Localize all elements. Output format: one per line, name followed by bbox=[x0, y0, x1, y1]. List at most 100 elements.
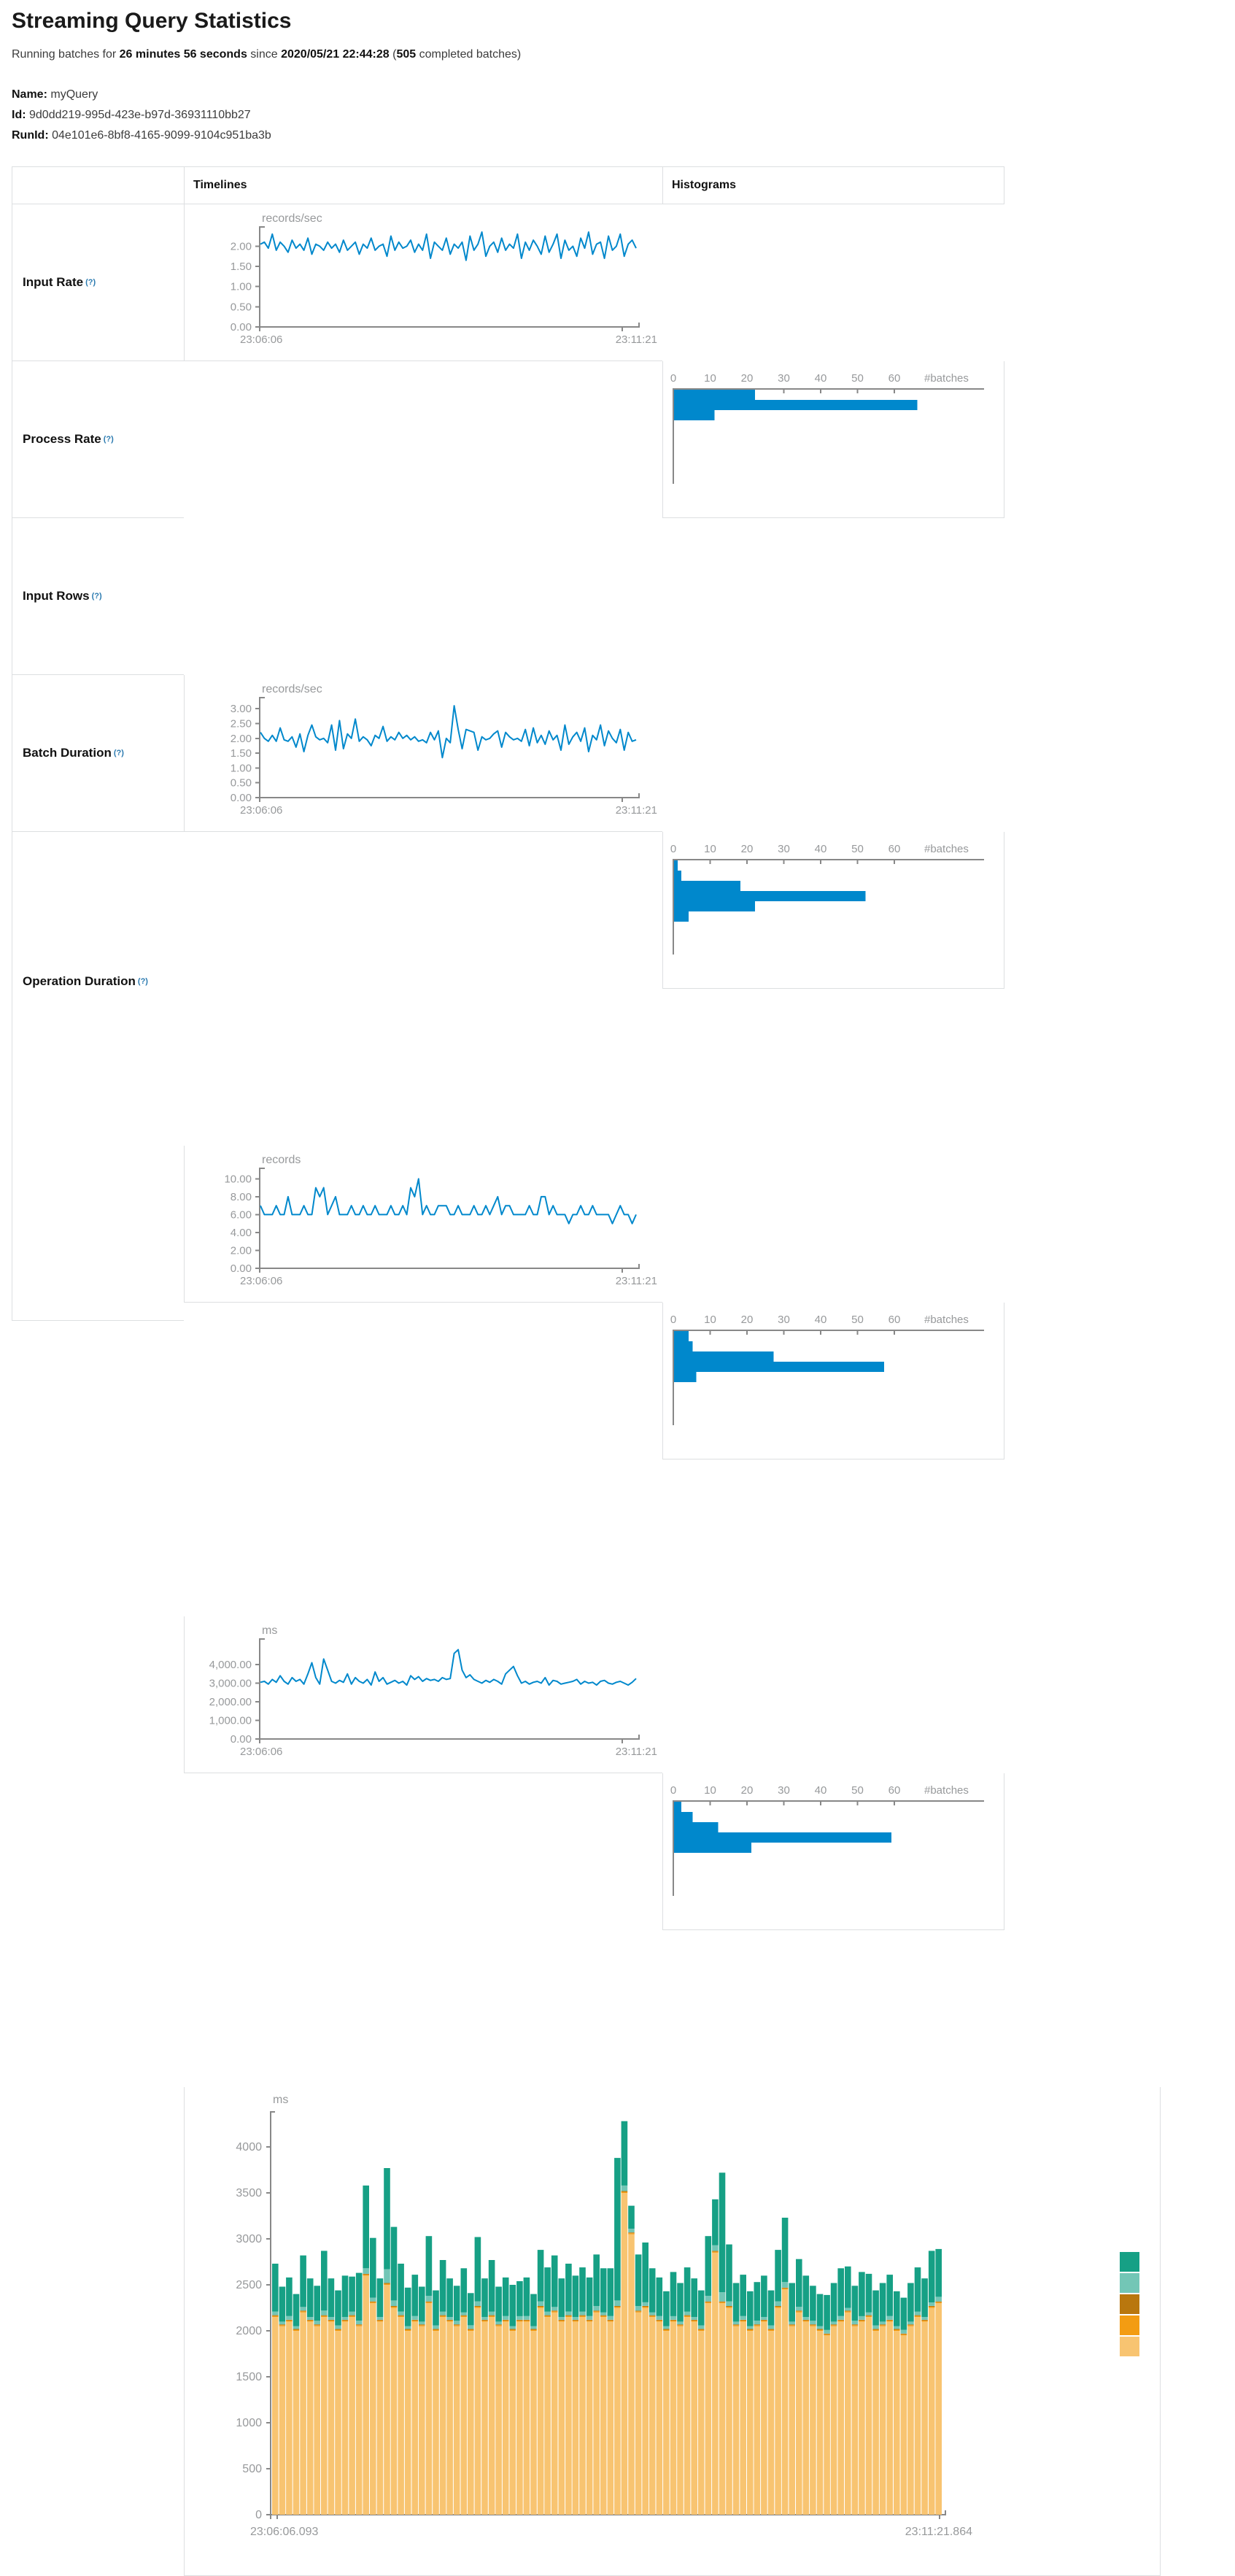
svg-text:50: 50 bbox=[851, 372, 864, 385]
svg-text:records: records bbox=[262, 1154, 301, 1166]
batch-duration-label: Batch Duration bbox=[23, 746, 112, 760]
svg-text:10: 10 bbox=[704, 843, 716, 855]
operation-duration-help-icon[interactable]: (?) bbox=[138, 977, 148, 986]
summary-since: since bbox=[247, 48, 281, 61]
svg-text:1.00: 1.00 bbox=[231, 281, 252, 293]
row-label-process-rate: Process Rate(?) bbox=[12, 361, 184, 518]
query-name-label: Name: bbox=[12, 88, 47, 101]
svg-text:30: 30 bbox=[778, 1784, 790, 1797]
svg-text:10: 10 bbox=[704, 372, 716, 385]
svg-text:23:06:06: 23:06:06 bbox=[240, 1746, 282, 1758]
start-timestamp: 2020/05/21 22:44:28 bbox=[281, 48, 390, 61]
legend-swatch-walCommit bbox=[1120, 2252, 1139, 2272]
svg-text:0: 0 bbox=[670, 1784, 676, 1797]
svg-text:0.50: 0.50 bbox=[231, 301, 252, 313]
svg-text:8.00: 8.00 bbox=[231, 1191, 252, 1203]
timelines-header-label: Timelines bbox=[193, 179, 247, 192]
svg-text:1000: 1000 bbox=[236, 2417, 262, 2429]
statistics-table: Timelines Histograms Input Rate(?) recor… bbox=[12, 166, 1161, 1321]
operation-duration-legend bbox=[1120, 2252, 1139, 2356]
svg-text:0.00: 0.00 bbox=[231, 792, 252, 804]
svg-text:20: 20 bbox=[741, 372, 754, 385]
svg-text:1500: 1500 bbox=[236, 2371, 262, 2383]
page-title: Streaming Query Statistics bbox=[12, 9, 291, 34]
svg-text:30: 30 bbox=[778, 372, 790, 385]
histograms-header-label: Histograms bbox=[672, 179, 736, 192]
svg-text:23:06:06.093: 23:06:06.093 bbox=[250, 2526, 319, 2538]
input-rate-histogram-chart: 0102030405060#batches bbox=[662, 361, 1004, 518]
query-runid-line: RunId: 04e101e6-8bf8-4165-9099-9104c951b… bbox=[12, 126, 271, 146]
svg-text:23:06:06: 23:06:06 bbox=[240, 1275, 282, 1287]
summary-paren: ( bbox=[390, 48, 397, 61]
svg-text:23:11:21.864: 23:11:21.864 bbox=[905, 2526, 972, 2538]
svg-text:1.50: 1.50 bbox=[231, 747, 252, 760]
process-rate-label: Process Rate bbox=[23, 432, 101, 447]
svg-text:6.00: 6.00 bbox=[231, 1208, 252, 1221]
batch-duration-histogram-chart: 0102030405060#batches bbox=[662, 1773, 1004, 1930]
completed-batch-count: 505 bbox=[396, 48, 416, 61]
svg-text:#batches: #batches bbox=[924, 1784, 969, 1797]
process-rate-help-icon[interactable]: (?) bbox=[104, 435, 114, 444]
svg-text:ms: ms bbox=[273, 2094, 288, 2106]
row-label-operation-duration: Operation Duration(?) bbox=[12, 832, 184, 1321]
svg-text:3500: 3500 bbox=[236, 2187, 262, 2199]
svg-text:60: 60 bbox=[888, 1314, 901, 1326]
svg-text:2500: 2500 bbox=[236, 2279, 262, 2291]
svg-text:0: 0 bbox=[670, 843, 676, 855]
legend-swatch-getBatch bbox=[1120, 2315, 1139, 2335]
svg-text:3.00: 3.00 bbox=[231, 703, 252, 715]
svg-text:10: 10 bbox=[704, 1784, 716, 1797]
query-name-value: myQuery bbox=[50, 88, 98, 101]
svg-text:50: 50 bbox=[851, 1784, 864, 1797]
row-label-input-rows: Input Rows(?) bbox=[12, 518, 184, 675]
svg-text:#batches: #batches bbox=[924, 1314, 969, 1326]
query-name-line: Name: myQuery bbox=[12, 85, 271, 105]
svg-text:23:11:21: 23:11:21 bbox=[616, 1275, 657, 1287]
svg-text:2.00: 2.00 bbox=[231, 240, 252, 252]
svg-text:23:11:21: 23:11:21 bbox=[616, 1746, 657, 1758]
svg-text:10.00: 10.00 bbox=[224, 1173, 252, 1185]
svg-text:23:11:21: 23:11:21 bbox=[616, 333, 657, 346]
query-info-block: Name: myQuery Id: 9d0dd219-995d-423e-b97… bbox=[12, 85, 271, 146]
svg-text:2000: 2000 bbox=[236, 2325, 262, 2337]
svg-text:40: 40 bbox=[815, 1314, 827, 1326]
svg-text:3000: 3000 bbox=[236, 2233, 262, 2245]
svg-text:0.50: 0.50 bbox=[231, 777, 252, 790]
svg-text:0: 0 bbox=[670, 372, 676, 385]
input-rows-label: Input Rows bbox=[23, 589, 90, 603]
svg-text:2.00: 2.00 bbox=[231, 733, 252, 745]
input-rows-histogram-chart: 0102030405060#batches bbox=[662, 1303, 1004, 1459]
svg-text:0: 0 bbox=[255, 2509, 262, 2521]
svg-text:30: 30 bbox=[778, 1314, 790, 1326]
svg-text:40: 40 bbox=[815, 1784, 827, 1797]
input-rate-timeline-chart: records/sec 2.00 1.50 1.00 0.50 0.0023:06:06 2… bbox=[184, 204, 662, 361]
svg-text:records/sec: records/sec bbox=[262, 212, 322, 225]
input-rate-help-icon[interactable]: (?) bbox=[85, 278, 96, 287]
svg-text:4.00: 4.00 bbox=[231, 1227, 252, 1239]
svg-text:1.50: 1.50 bbox=[231, 261, 252, 273]
header-empty-cell bbox=[12, 166, 184, 204]
svg-text:2.50: 2.50 bbox=[231, 717, 252, 730]
input-rows-help-icon[interactable]: (?) bbox=[92, 592, 102, 601]
svg-text:20: 20 bbox=[741, 843, 754, 855]
svg-text:1.00: 1.00 bbox=[231, 762, 252, 774]
batch-duration-help-icon[interactable]: (?) bbox=[114, 749, 124, 757]
running-batches-summary: Running batches for 26 minutes 56 second… bbox=[12, 48, 521, 61]
operation-duration-stacked-chart: ms4000350030002500200015001000500023:06:… bbox=[184, 2087, 1161, 2576]
timelines-column-header: Timelines bbox=[184, 166, 662, 204]
svg-text:0.00: 0.00 bbox=[231, 1733, 252, 1746]
svg-text:50: 50 bbox=[851, 843, 864, 855]
svg-text:records/sec: records/sec bbox=[262, 683, 322, 695]
svg-text:23:11:21: 23:11:21 bbox=[616, 804, 657, 817]
query-runid-value: 04e101e6-8bf8-4165-9099-9104c951ba3b bbox=[52, 129, 271, 142]
svg-text:0: 0 bbox=[670, 1314, 676, 1326]
svg-text:60: 60 bbox=[888, 372, 901, 385]
svg-text:23:06:06: 23:06:06 bbox=[240, 333, 282, 346]
svg-text:0.00: 0.00 bbox=[231, 321, 252, 333]
running-duration: 26 minutes 56 seconds bbox=[120, 48, 247, 61]
legend-swatch-queryPlanning bbox=[1120, 2273, 1139, 2293]
process-rate-histogram-chart: 0102030405060#batches bbox=[662, 832, 1004, 989]
svg-text:60: 60 bbox=[888, 1784, 901, 1797]
query-id-line: Id: 9d0dd219-995d-423e-b97d-36931110bb27 bbox=[12, 105, 271, 126]
query-id-label: Id: bbox=[12, 109, 26, 121]
